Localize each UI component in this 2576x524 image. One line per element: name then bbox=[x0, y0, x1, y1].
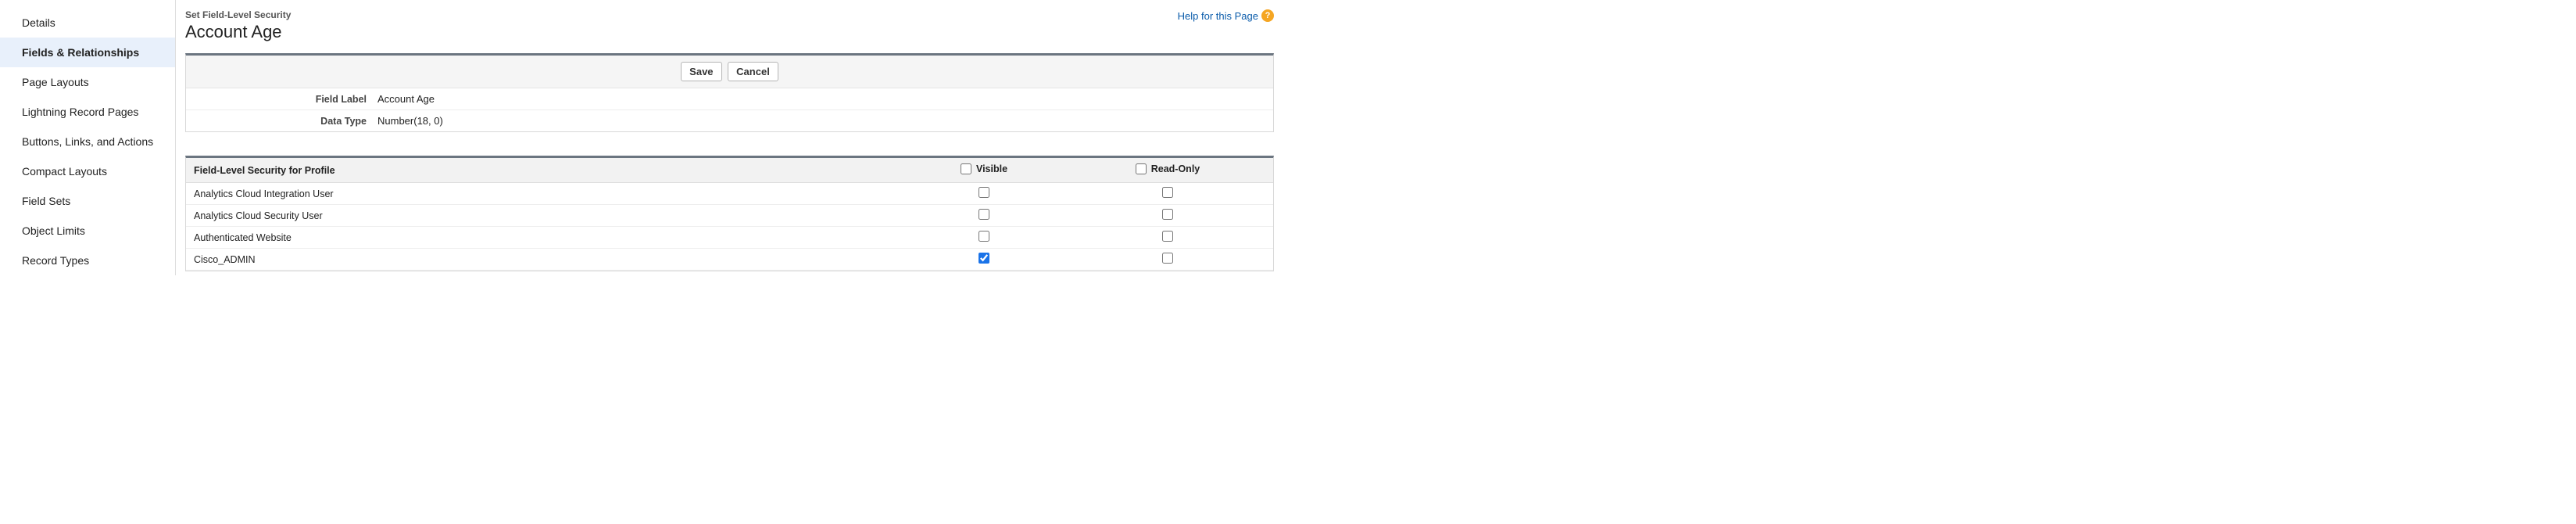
header-visible-label: Visible bbox=[976, 163, 1007, 174]
profile-name: Authenticated Website bbox=[186, 227, 906, 249]
header-readonly: Read-Only bbox=[1062, 158, 1273, 183]
readonly-checkbox[interactable] bbox=[1162, 187, 1173, 198]
sidebar-item-label: Details bbox=[22, 16, 55, 29]
table-row: Cisco_ADMIN bbox=[186, 249, 1273, 271]
header-profile: Field-Level Security for Profile bbox=[186, 158, 906, 183]
security-table-header-row: Field-Level Security for Profile Visible… bbox=[186, 158, 1273, 183]
sidebar-item-label: Compact Layouts bbox=[22, 165, 107, 178]
visible-checkbox[interactable] bbox=[979, 187, 989, 198]
sidebar-item-lightning-record-pages[interactable]: Lightning Record Pages bbox=[0, 97, 175, 127]
header-visible: Visible bbox=[906, 158, 1062, 183]
profile-name: Analytics Cloud Security User bbox=[186, 205, 906, 227]
sidebar-item-label: Object Limits bbox=[22, 224, 85, 237]
table-row: Authenticated Website bbox=[186, 227, 1273, 249]
cancel-button[interactable]: Cancel bbox=[728, 62, 778, 81]
sidebar-item-fields-relationships[interactable]: Fields & Relationships bbox=[0, 38, 175, 67]
sidebar-item-page-layouts[interactable]: Page Layouts bbox=[0, 67, 175, 97]
header-readonly-label: Read-Only bbox=[1151, 163, 1200, 174]
sidebar-item-details[interactable]: Details bbox=[0, 8, 175, 38]
readonly-checkbox[interactable] bbox=[1162, 209, 1173, 220]
visible-select-all-checkbox[interactable] bbox=[961, 163, 971, 174]
object-manager-sidebar: Details Fields & Relationships Page Layo… bbox=[0, 0, 176, 275]
sidebar-item-label: Lightning Record Pages bbox=[22, 106, 138, 118]
sidebar-item-record-types[interactable]: Record Types bbox=[0, 246, 175, 275]
table-row: Analytics Cloud Integration User bbox=[186, 183, 1273, 205]
help-icon: ? bbox=[1261, 9, 1274, 22]
sidebar-item-label: Fields & Relationships bbox=[22, 46, 139, 59]
field-label-value: Account Age bbox=[377, 93, 1273, 105]
readonly-checkbox[interactable] bbox=[1162, 231, 1173, 242]
profile-name: Cisco_ADMIN bbox=[186, 249, 906, 271]
help-link-label: Help for this Page bbox=[1178, 10, 1258, 22]
data-type-label: Data Type bbox=[186, 116, 377, 127]
button-row: Save Cancel bbox=[186, 56, 1273, 88]
sidebar-item-buttons-links-actions[interactable]: Buttons, Links, and Actions bbox=[0, 127, 175, 156]
sidebar-item-field-sets[interactable]: Field Sets bbox=[0, 186, 175, 216]
page-titles: Set Field-Level Security Account Age bbox=[185, 9, 291, 42]
page-subtitle: Set Field-Level Security bbox=[185, 9, 291, 20]
sidebar-item-label: Field Sets bbox=[22, 195, 70, 207]
sidebar-item-compact-layouts[interactable]: Compact Layouts bbox=[0, 156, 175, 186]
security-table-body: Analytics Cloud Integration User Analyti… bbox=[186, 183, 1273, 271]
profile-name: Analytics Cloud Integration User bbox=[186, 183, 906, 205]
sidebar-item-object-limits[interactable]: Object Limits bbox=[0, 216, 175, 246]
save-button[interactable]: Save bbox=[681, 62, 721, 81]
main-content: Set Field-Level Security Account Age Hel… bbox=[176, 0, 1288, 275]
visible-checkbox[interactable] bbox=[979, 253, 989, 264]
page-header: Set Field-Level Security Account Age Hel… bbox=[185, 9, 1274, 42]
security-table: Field-Level Security for Profile Visible… bbox=[186, 158, 1273, 271]
data-type-value: Number(18, 0) bbox=[377, 115, 1273, 127]
table-row: Analytics Cloud Security User bbox=[186, 205, 1273, 227]
readonly-checkbox[interactable] bbox=[1162, 253, 1173, 264]
help-link[interactable]: Help for this Page ? bbox=[1178, 9, 1274, 22]
sidebar-item-label: Buttons, Links, and Actions bbox=[22, 135, 153, 148]
sidebar-item-label: Record Types bbox=[22, 254, 89, 267]
page-title: Account Age bbox=[185, 22, 291, 42]
security-table-panel: Field-Level Security for Profile Visible… bbox=[185, 156, 1274, 271]
sidebar-item-label: Page Layouts bbox=[22, 76, 89, 88]
field-info-panel: Save Cancel Field Label Account Age Data… bbox=[185, 53, 1274, 132]
field-label-row: Field Label Account Age bbox=[186, 88, 1273, 110]
field-label-label: Field Label bbox=[186, 94, 377, 105]
data-type-row: Data Type Number(18, 0) bbox=[186, 110, 1273, 131]
visible-checkbox[interactable] bbox=[979, 231, 989, 242]
visible-checkbox[interactable] bbox=[979, 209, 989, 220]
readonly-select-all-checkbox[interactable] bbox=[1136, 163, 1147, 174]
